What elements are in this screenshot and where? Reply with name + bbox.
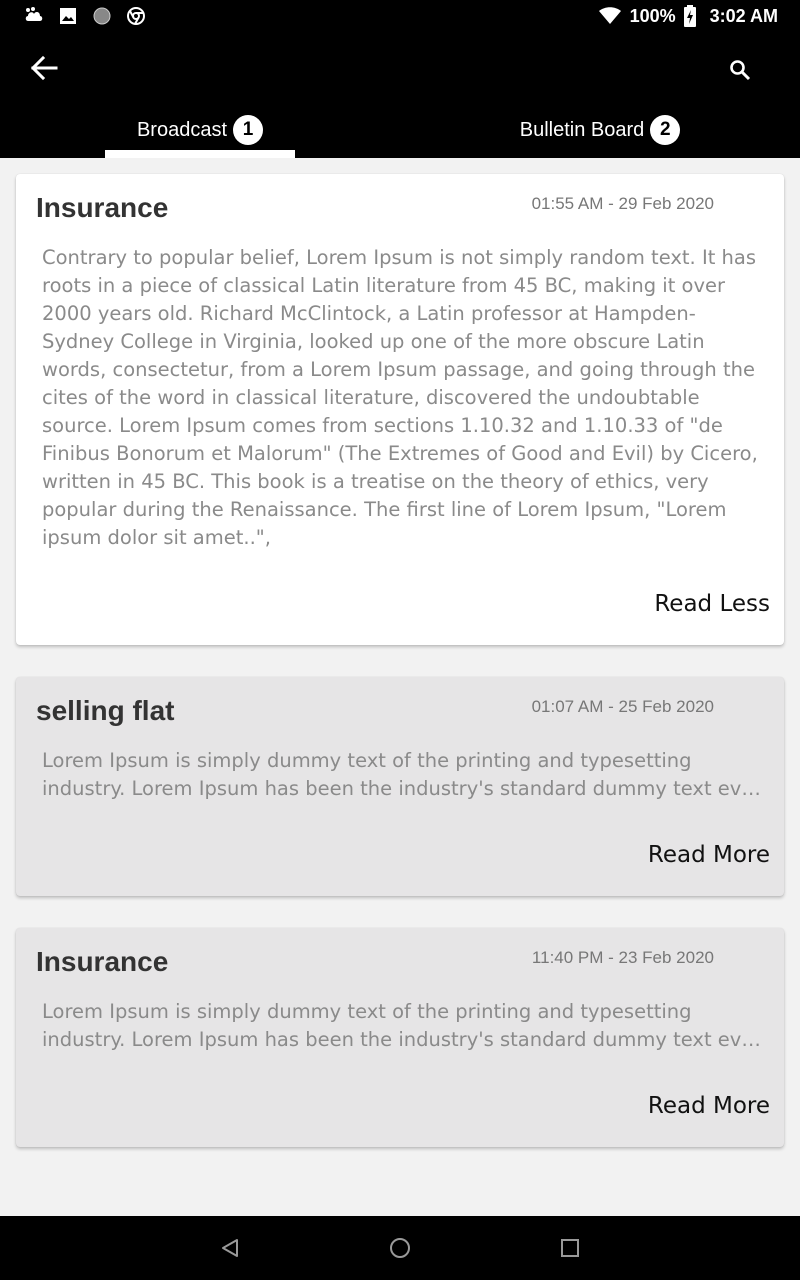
post-list: Insurance 01:55 AM - 29 Feb 2020 Contrar… xyxy=(0,158,800,1216)
arrow-left-icon xyxy=(30,55,58,81)
tab-label: Broadcast xyxy=(136,118,228,141)
post-body: Lorem Ipsum is simply dummy text of the … xyxy=(42,1000,762,1051)
nav-home-button[interactable] xyxy=(380,1228,420,1268)
read-more-button[interactable]: Read More xyxy=(648,1093,770,1119)
wifi-icon xyxy=(598,7,621,24)
post-title: selling flat xyxy=(36,695,175,726)
post-title: Insurance xyxy=(36,946,169,977)
app-bar: Broadcast 1 Bulletin Board 2 xyxy=(0,32,800,158)
post-body: Lorem Ipsum is simply dummy text of the … xyxy=(42,749,762,800)
post-date: 01:07 AM - 25 Feb 2020 xyxy=(531,697,714,716)
clock: 3:02 AM xyxy=(709,5,778,26)
post-body: Contrary to popular belief, Lorem Ipsum … xyxy=(42,246,758,549)
recents-square-icon xyxy=(561,1239,579,1257)
back-triangle-icon xyxy=(222,1239,238,1257)
active-tab-indicator xyxy=(105,150,295,158)
tab-label: Bulletin Board xyxy=(519,118,645,141)
post-date: 11:40 PM - 23 Feb 2020 xyxy=(531,948,714,967)
chrome-icon xyxy=(127,7,145,25)
tab-badge: 2 xyxy=(650,115,681,145)
home-circle-icon xyxy=(390,1238,410,1258)
nav-back-button[interactable] xyxy=(210,1228,250,1268)
system-nav-bar xyxy=(0,1216,800,1280)
status-bar: 100% 3:02 AM xyxy=(0,0,800,32)
post-date: 01:55 AM - 29 Feb 2020 xyxy=(531,194,714,213)
tab-bulletin-board[interactable]: Bulletin Board 2 xyxy=(400,102,800,158)
battery-charging-icon xyxy=(683,5,696,27)
status-notification-icons xyxy=(24,6,146,26)
post-card[interactable]: Insurance 01:55 AM - 29 Feb 2020 Contrar… xyxy=(16,174,784,645)
back-button[interactable] xyxy=(24,48,64,88)
read-less-button[interactable]: Read Less xyxy=(654,591,770,617)
notification-icon xyxy=(25,7,43,21)
post-title: Insurance xyxy=(36,192,169,223)
search-icon xyxy=(730,60,751,81)
nav-recents-button[interactable] xyxy=(550,1228,590,1268)
post-card[interactable]: Insurance 11:40 PM - 23 Feb 2020 Lorem I… xyxy=(16,928,784,1147)
battery-level: 100% xyxy=(629,5,676,26)
search-button[interactable] xyxy=(720,50,760,90)
image-icon xyxy=(60,8,76,24)
post-card[interactable]: selling flat 01:07 AM - 25 Feb 2020 Lore… xyxy=(16,677,784,896)
read-more-button[interactable]: Read More xyxy=(648,842,770,868)
status-system-info: 100% 3:02 AM xyxy=(598,5,778,27)
tab-badge: 1 xyxy=(233,115,264,145)
circle-icon xyxy=(93,7,111,25)
